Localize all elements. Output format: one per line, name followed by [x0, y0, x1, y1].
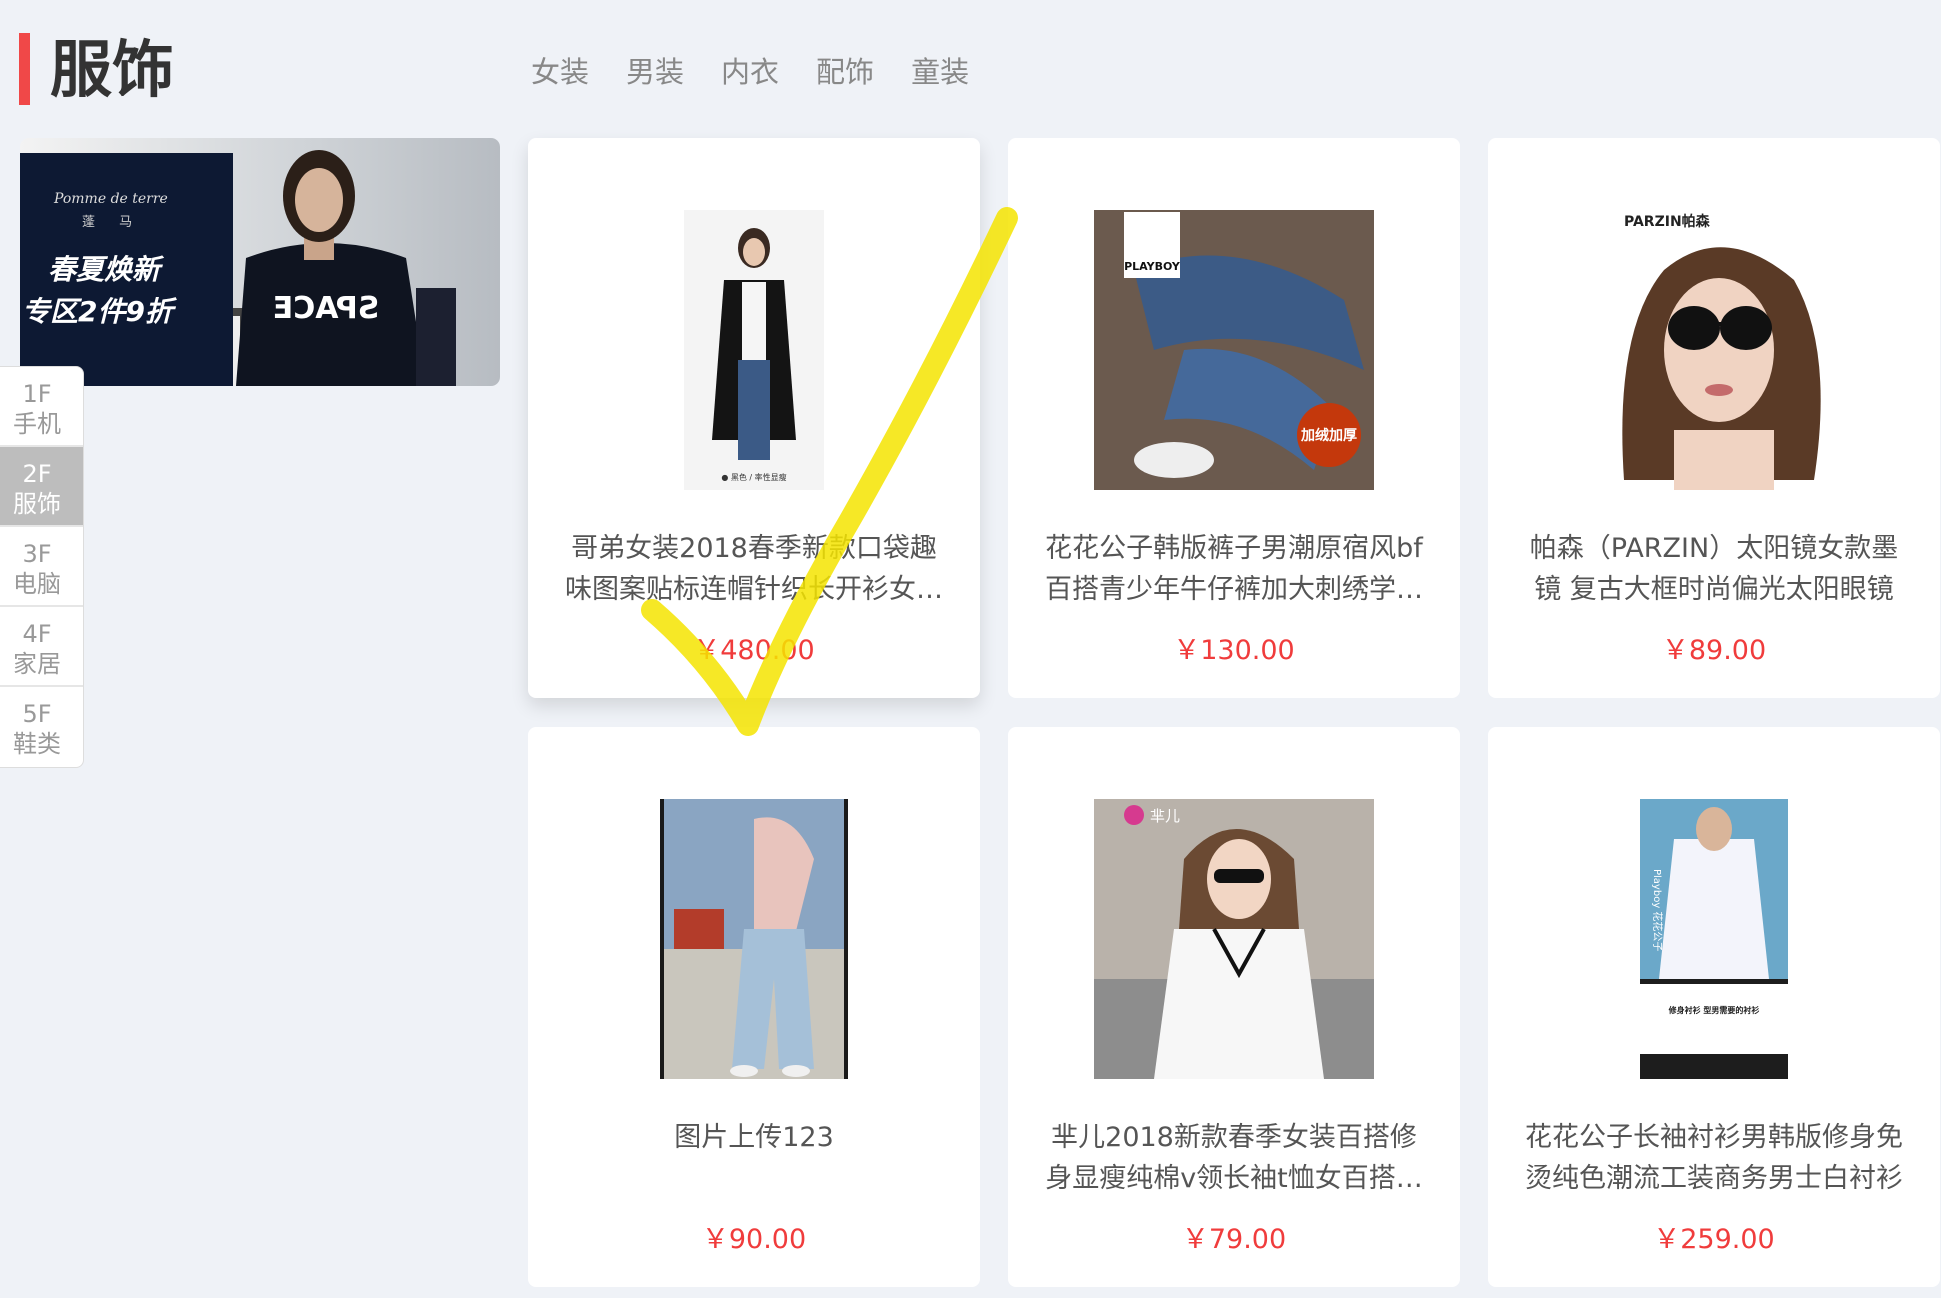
product-card[interactable]: PLAYBOY 加绒加厚 花花公子韩版裤子男潮原宿风bf百搭青少年牛仔裤加大刺绣… — [1008, 138, 1460, 698]
svg-text:加绒加厚: 加绒加厚 — [1300, 427, 1357, 444]
product-name[interactable]: 花花公子长袖衬衫男韩版修身免烫纯色潮流工装商务男士白衬衫 — [1518, 1117, 1910, 1201]
svg-text:● 黑色 / 率性显瘦: ● 黑色 / 率性显瘦 — [721, 472, 786, 482]
banner-brand-cn: 蓬 马 — [82, 215, 143, 230]
product-image: PLAYBOY 加绒加厚 — [1094, 210, 1374, 490]
floor-item-3f[interactable]: 3F 电脑 — [0, 527, 83, 607]
product-card[interactable]: PARZIN帕森 帕森（PARZIN）太阳镜女款墨镜 复古大框时尚偏光太阳眼镜 … — [1488, 138, 1940, 698]
floor-item-4f[interactable]: 4F 家居 — [0, 607, 83, 687]
product-price: ￥259.00 — [1653, 1224, 1775, 1255]
category-tabs: 女装 男装 内衣 配饰 童装 — [531, 50, 1006, 94]
tab-men[interactable]: 男装 — [626, 50, 684, 94]
product-image: ● 黑色 / 率性显瘦 — [614, 210, 894, 490]
product-card[interactable]: 图片上传123 ￥90.00 — [528, 727, 980, 1287]
product-name[interactable]: 花花公子韩版裤子男潮原宿风bf百搭青少年牛仔裤加大刺绣学生男士裤 — [1038, 528, 1430, 612]
promo-banner[interactable]: SPACE Pomme de terre 蓬 马 春夏焕新 专区2件9折 — [20, 138, 500, 386]
floor-item-5f[interactable]: 5F 鞋类 — [0, 687, 83, 767]
product-price: ￥480.00 — [693, 635, 815, 666]
svg-text:芈儿: 芈儿 — [1150, 807, 1180, 825]
product-card[interactable]: ● 黑色 / 率性显瘦 哥弟女装2018春季新款口袋趣味图案贴标连帽针织长开衫女… — [528, 138, 980, 698]
svg-text:PLAYBOY: PLAYBOY — [1124, 260, 1181, 273]
floor-item-2f[interactable]: 2F 服饰 — [0, 447, 83, 527]
svg-text:修身衬衫 型男需要的衬衫: 修身衬衫 型男需要的衬衫 — [1668, 1005, 1760, 1015]
product-name[interactable]: 图片上传123 — [558, 1117, 950, 1201]
title-accent-bar — [19, 33, 30, 105]
product-name[interactable]: 哥弟女装2018春季新款口袋趣味图案贴标连帽针织长开衫女外套 — [558, 528, 950, 612]
product-image: PARZIN帕森 — [1574, 210, 1854, 490]
banner-brand: Pomme de terre — [54, 191, 168, 207]
floor-nav: 1F 手机 2F 服饰 3F 电脑 4F 家居 5F 鞋类 — [0, 366, 84, 768]
product-name[interactable]: 帕森（PARZIN）太阳镜女款墨镜 复古大框时尚偏光太阳眼镜 — [1518, 528, 1910, 612]
product-price: ￥130.00 — [1173, 635, 1295, 666]
tab-underwear[interactable]: 内衣 — [721, 50, 779, 94]
banner-headline: 春夏焕新 — [48, 253, 161, 286]
product-image — [614, 799, 894, 1079]
product-image: 芈儿 — [1094, 799, 1374, 1079]
banner-shirt-text: SPACE — [273, 291, 380, 326]
banner-text-panel: Pomme de terre 蓬 马 春夏焕新 专区2件9折 — [20, 153, 233, 386]
svg-text:Playboy 花花公子: Playboy 花花公子 — [1651, 869, 1664, 951]
banner-subheadline: 专区2件9折 — [22, 295, 173, 328]
tab-kids[interactable]: 童装 — [911, 50, 969, 94]
svg-text:PARZIN帕森: PARZIN帕森 — [1624, 213, 1711, 230]
product-image: 修身衬衫 型男需要的衬衫 Playboy 花花公子 — [1574, 799, 1854, 1079]
product-card[interactable]: 芈儿 芈儿2018新款春季女装百搭修身显瘦纯棉v领长袖t恤女百搭打底衫 ￥79.… — [1008, 727, 1460, 1287]
product-price: ￥79.00 — [1181, 1224, 1287, 1255]
section-title: 服饰 — [50, 33, 175, 106]
floor-item-1f[interactable]: 1F 手机 — [0, 367, 83, 447]
product-price: ￥89.00 — [1661, 635, 1767, 666]
tab-women[interactable]: 女装 — [531, 50, 589, 94]
product-price: ￥90.00 — [701, 1224, 807, 1255]
tab-accessories[interactable]: 配饰 — [816, 50, 874, 94]
product-card[interactable]: 修身衬衫 型男需要的衬衫 Playboy 花花公子 花花公子长袖衬衫男韩版修身免… — [1488, 727, 1940, 1287]
product-name[interactable]: 芈儿2018新款春季女装百搭修身显瘦纯棉v领长袖t恤女百搭打底衫 — [1038, 1117, 1430, 1201]
